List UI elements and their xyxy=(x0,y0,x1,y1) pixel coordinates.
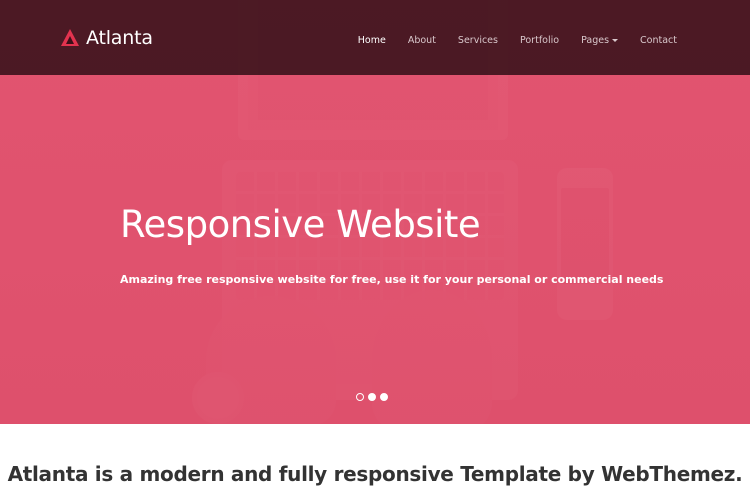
nav-item-about: About xyxy=(397,30,447,48)
carousel-dot-1[interactable] xyxy=(356,393,364,401)
nav-link-home[interactable]: Home xyxy=(358,35,386,46)
top-navbar: Atlanta Home About Services Portfolio Pa… xyxy=(0,0,750,75)
nav-item-portfolio: Portfolio xyxy=(509,30,570,48)
caret-down-icon xyxy=(612,39,619,42)
nav-item-home: Home xyxy=(347,30,397,48)
intro-section: Atlanta is a modern and fully responsive… xyxy=(0,424,750,500)
nav-item-contact: Contact xyxy=(629,30,688,48)
hero-title: Responsive Website xyxy=(120,203,481,246)
carousel-indicators xyxy=(356,393,388,401)
nav-link-services[interactable]: Services xyxy=(458,35,498,46)
nav-link-pages[interactable]: Pages xyxy=(581,35,619,46)
brand-name: Atlanta xyxy=(86,27,153,49)
nav-link-portfolio[interactable]: Portfolio xyxy=(520,35,559,46)
nav-item-pages: Pages xyxy=(570,30,629,48)
nav-link-contact[interactable]: Contact xyxy=(640,35,677,46)
hero-subtitle: Amazing free responsive website for free… xyxy=(120,273,664,286)
nav-item-services: Services xyxy=(447,30,509,48)
triangle-logo-icon xyxy=(61,29,79,46)
carousel-dot-2[interactable] xyxy=(368,393,376,401)
intro-heading: Atlanta is a modern and fully responsive… xyxy=(7,462,743,486)
nav-link-pages-label: Pages xyxy=(581,35,610,46)
brand-logo-link[interactable]: Atlanta xyxy=(60,25,153,51)
nav-link-about[interactable]: About xyxy=(408,35,436,46)
main-nav: Home About Services Portfolio Pages Cont… xyxy=(347,30,688,48)
carousel-dot-3[interactable] xyxy=(380,393,388,401)
